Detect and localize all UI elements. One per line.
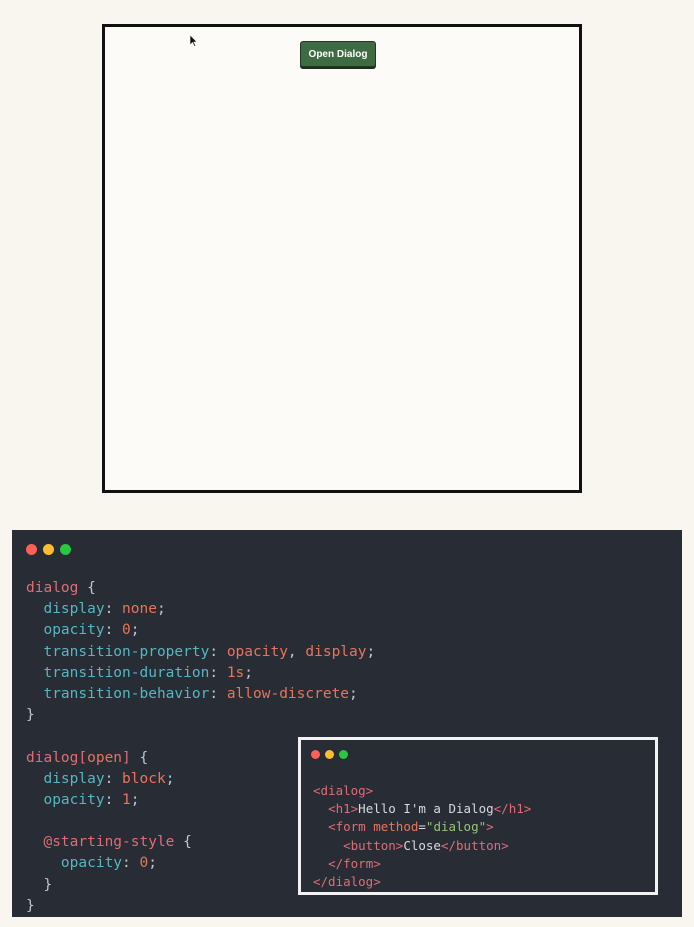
brace: } [26,897,35,914]
html-code-block: <dialog> <h1>Hello I'm a Dialog</h1> <fo… [313,782,531,891]
brace: { [78,580,96,596]
css-at-rule: @starting-style [43,834,175,851]
code-line: <form method="dialog"> [313,818,531,836]
html-tag: > [486,819,494,835]
code-line: <h1>Hello I'm a Dialog</h1> [313,800,531,818]
css-value: allow-discrete [226,685,350,702]
code-line: <button>Close</button> [313,837,531,855]
html-text: Close [403,837,441,853]
css-attribute: open [87,749,123,766]
css-property: display [43,770,105,787]
maximize-dot-icon [339,750,348,759]
html-text: Hello I'm a Dialog [358,801,494,817]
css-value: none [122,601,157,618]
window-controls [26,544,71,555]
css-value: 0 [122,622,131,639]
code-line: </dialog> [313,873,531,891]
css-property: opacity [43,622,105,639]
css-selector: dialog[ [26,749,88,766]
brace: { [130,749,149,766]
maximize-dot-icon [60,544,71,555]
brace: } [26,707,35,724]
css-property: transition-behavior [43,685,210,702]
html-tag: <form [328,819,366,835]
css-value: display [305,643,367,660]
css-value: 0 [139,855,149,872]
html-tag: <button> [343,837,404,853]
css-selector: ] [122,749,131,766]
code-line: display: none; [43,601,166,618]
css-value: 1s [226,664,245,681]
html-tag: <h1> [328,801,359,817]
code-line: <dialog> [313,782,531,800]
css-property: opacity [43,791,105,808]
code-line: transition-behavior: allow-discrete; [43,685,358,702]
demo-preview-frame: Open Dialog [102,24,582,493]
css-property: transition-duration [43,664,210,681]
html-tag: </form> [328,855,381,871]
code-line: transition-property: opacity, display; [43,643,376,660]
minimize-dot-icon [325,750,334,759]
css-code-window: dialog { display: none; opacity: 0; tran… [12,530,682,917]
close-dot-icon [311,750,320,759]
css-property: display [43,601,105,618]
close-dot-icon [26,544,37,555]
css-value: 1 [122,791,131,808]
code-line: transition-duration: 1s; [43,664,254,681]
css-property: opacity [60,855,123,872]
window-controls [311,750,348,759]
css-selector: dialog [26,580,79,596]
html-tag: </button> [440,837,509,853]
css-value: opacity [226,643,288,660]
html-tag: </h1> [493,801,532,817]
html-equals: = [418,819,426,835]
code-line: opacity: 0; [43,622,140,639]
code-line: } [26,705,375,726]
arrow-cursor-icon [190,35,198,47]
html-tag: <dialog> [313,783,374,798]
code-line: dialog { [26,578,375,599]
html-attribute-value: "dialog" [425,819,487,835]
brace: { [174,834,192,851]
html-code-window: <dialog> <h1>Hello I'm a Dialog</h1> <fo… [298,737,658,895]
code-line: } [26,896,375,917]
code-line: </form> [313,855,531,873]
open-dialog-button[interactable]: Open Dialog [300,41,376,67]
css-property: transition-property [43,643,210,660]
css-value: block [122,770,166,787]
html-attribute: method [373,819,419,835]
brace: } [43,876,53,893]
minimize-dot-icon [43,544,54,555]
html-tag: </dialog> [313,873,381,889]
